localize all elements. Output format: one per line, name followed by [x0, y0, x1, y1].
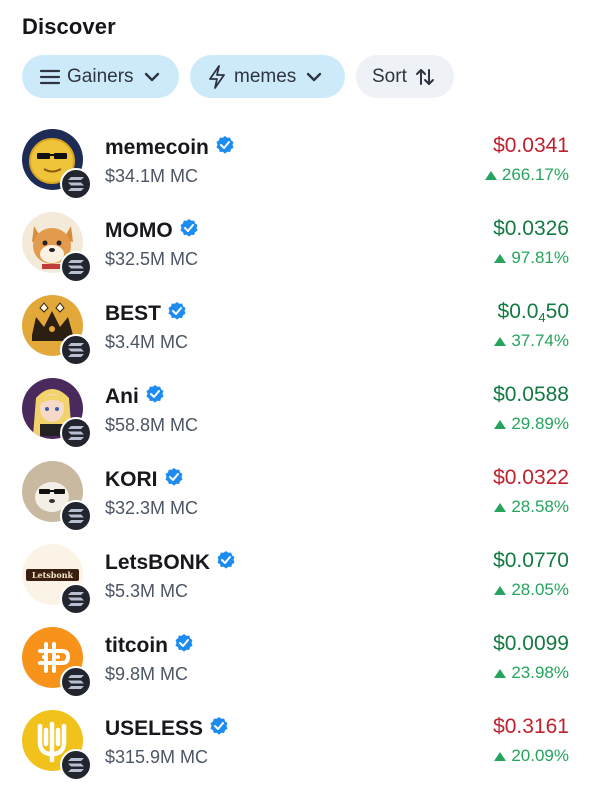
category-filter-label: memes: [234, 65, 297, 87]
token-name: KORI: [105, 467, 158, 491]
token-name: Ani: [105, 384, 139, 408]
price-change: 266.17%: [484, 165, 569, 185]
price-zero-count: 4: [538, 310, 546, 325]
solana-chain-icon: [60, 749, 92, 781]
token-price: $0.0588: [493, 383, 569, 406]
solana-chain-icon: [60, 500, 92, 532]
market-cap: $32.3M MC: [105, 498, 199, 518]
verified-badge-icon: [167, 301, 187, 326]
price-change: 97.81%: [494, 248, 569, 268]
gainers-filter-button[interactable]: Gainers: [22, 55, 179, 98]
gainers-filter-label: Gainers: [67, 65, 134, 87]
token-name: USELESS: [105, 716, 204, 740]
up-triangle-icon: [494, 253, 507, 263]
token-row-best[interactable]: BEST $3.4M MC $0.0450 37.74%: [0, 281, 591, 366]
verified-badge-icon: [216, 550, 236, 575]
verified-badge-icon: [179, 218, 199, 243]
menu-icon: [39, 68, 61, 86]
market-cap: $9.8M MC: [105, 664, 189, 684]
price-change: 37.74%: [494, 331, 569, 351]
solana-chain-icon: [60, 417, 92, 449]
market-cap: $315.9M MC: [105, 747, 209, 767]
token-price: $0.0770: [493, 549, 569, 572]
verified-badge-icon: [174, 633, 194, 658]
up-triangle-icon: [484, 170, 497, 180]
token-row-kori[interactable]: KORI $32.3M MC $0.0322 28.58%: [0, 447, 591, 532]
token-row-letsbonk[interactable]: Letsbonk LetsBONK $5.3M MC $0.0770 28.05…: [0, 530, 591, 615]
price-change-value: 37.74%: [511, 331, 569, 350]
price-change: 28.58%: [494, 497, 569, 517]
token-row-ani[interactable]: Ani $58.8M MC $0.0588 29.89%: [0, 364, 591, 449]
price-prefix: $0.0: [497, 300, 539, 323]
price-change-value: 28.05%: [511, 580, 569, 599]
token-row-momo[interactable]: MOMO $32.5M MC $0.0326 97.81%: [0, 198, 591, 283]
market-cap: $5.3M MC: [105, 581, 189, 601]
up-triangle-icon: [494, 419, 507, 429]
price-change: 20.09%: [494, 746, 569, 766]
token-price: $0.0326: [493, 217, 569, 240]
market-cap: $32.5M MC: [105, 249, 199, 269]
sort-label: Sort: [372, 65, 407, 87]
solana-chain-icon: [60, 583, 92, 615]
solana-chain-icon: [60, 168, 92, 200]
verified-badge-icon: [215, 135, 235, 160]
lightning-icon: [208, 64, 226, 89]
market-cap: $34.1M MC: [105, 166, 199, 186]
up-triangle-icon: [494, 585, 507, 595]
token-row-memecoin[interactable]: memecoin $34.1M MC $0.0341 266.17%: [0, 115, 591, 200]
verified-badge-icon: [209, 716, 229, 741]
price-suffix: 50: [545, 300, 569, 323]
category-filter-button[interactable]: memes: [190, 55, 345, 98]
chevron-down-icon: [306, 71, 322, 83]
token-price: $0.0322: [493, 466, 569, 489]
solana-chain-icon: [60, 251, 92, 283]
token-price: $0.0341: [493, 134, 569, 157]
verified-badge-icon: [145, 384, 165, 409]
token-row-useless[interactable]: USELESS $315.9M MC $0.3161 20.09%: [0, 696, 591, 781]
price-change-value: 20.09%: [511, 746, 569, 765]
price-change: 23.98%: [494, 663, 569, 683]
token-name: titcoin: [105, 633, 168, 657]
token-row-titcoin[interactable]: titcoin $9.8M MC $0.0099 23.98%: [0, 613, 591, 698]
solana-chain-icon: [60, 666, 92, 698]
sort-button[interactable]: Sort: [356, 55, 454, 98]
price-change: 28.05%: [494, 580, 569, 600]
price-change: 29.89%: [494, 414, 569, 434]
chevron-down-icon: [144, 71, 160, 83]
token-list: memecoin $34.1M MC $0.0341 266.17% MOMO …: [0, 115, 591, 781]
token-price: $0.0450: [498, 300, 569, 325]
token-name: memecoin: [105, 135, 209, 159]
token-name: LetsBONK: [105, 550, 211, 574]
up-triangle-icon: [494, 336, 507, 346]
page-title: Discover: [22, 14, 116, 39]
price-change-value: 28.58%: [511, 497, 569, 516]
price-change-value: 29.89%: [511, 414, 569, 433]
token-name: MOMO: [105, 218, 173, 242]
verified-badge-icon: [164, 467, 184, 492]
price-change-value: 23.98%: [511, 663, 569, 682]
solana-chain-icon: [60, 334, 92, 366]
sort-arrows-icon: [415, 67, 435, 87]
market-cap: $3.4M MC: [105, 332, 189, 352]
up-triangle-icon: [494, 751, 507, 761]
market-cap: $58.8M MC: [105, 415, 199, 435]
up-triangle-icon: [494, 502, 507, 512]
token-name: BEST: [105, 301, 162, 325]
price-change-value: 266.17%: [501, 165, 569, 184]
up-triangle-icon: [494, 668, 507, 678]
letsbonk-logo-text: Letsbonk: [26, 569, 79, 581]
price-change-value: 97.81%: [511, 248, 569, 267]
token-price: $0.3161: [493, 715, 569, 738]
token-price: $0.0099: [493, 632, 569, 655]
